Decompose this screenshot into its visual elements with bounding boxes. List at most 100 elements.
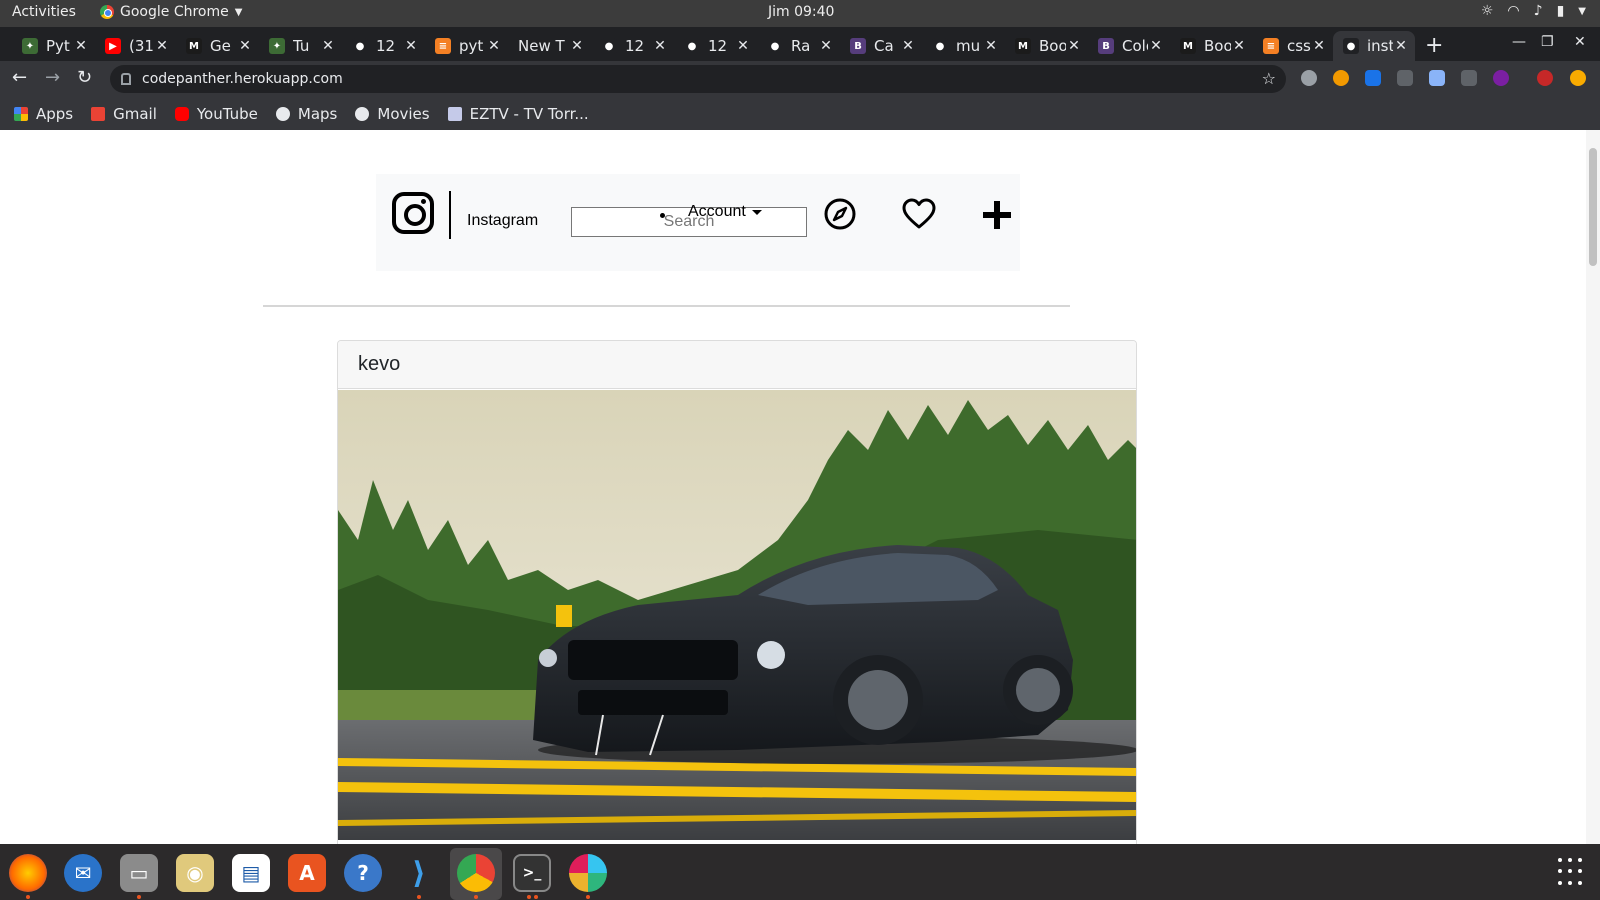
account-dropdown[interactable]: Account — [688, 203, 762, 221]
close-icon[interactable]: ✕ — [1148, 38, 1164, 54]
weather-icon: ☼ — [1480, 3, 1494, 19]
instagram-logo-icon[interactable] — [392, 192, 434, 234]
update-icon[interactable] — [1570, 70, 1586, 86]
activities-button[interactable]: Activities — [12, 4, 76, 20]
extension-icon[interactable] — [1397, 70, 1413, 86]
close-icon[interactable]: ✕ — [403, 38, 419, 54]
running-indicator — [534, 895, 538, 899]
extension-icon[interactable] — [1493, 70, 1509, 86]
close-icon[interactable]: ✕ — [1066, 38, 1082, 54]
bookmark-label: Apps — [36, 104, 74, 123]
vscode-icon[interactable]: ⟩ — [400, 854, 438, 892]
close-icon[interactable]: ✕ — [486, 38, 502, 54]
extension-icon[interactable] — [1301, 70, 1317, 86]
app-menu[interactable]: Google Chrome ▼ — [100, 4, 242, 20]
bookmark-youtube[interactable]: YouTube — [174, 105, 258, 123]
bookmark-label: Maps — [297, 104, 338, 123]
browser-tab[interactable]: B Colors✕ — [1088, 31, 1170, 61]
url-text[interactable]: codepanther.herokuapp.com — [142, 71, 343, 87]
show-applications-icon[interactable] — [1558, 858, 1586, 886]
close-icon[interactable]: ✕ — [900, 38, 916, 54]
chrome-icon[interactable] — [457, 854, 495, 892]
browser-tab[interactable]: M Boots✕ — [1170, 31, 1253, 61]
browser-tab[interactable]: B Ca ✕ — [840, 31, 922, 61]
running-indicator — [586, 895, 590, 899]
heart-icon[interactable] — [902, 198, 936, 230]
browser-tab[interactable]: ≡ pyt ✕ — [425, 31, 508, 61]
reload-icon[interactable]: ↻ — [77, 67, 92, 88]
close-window-button[interactable]: ✕ — [1574, 34, 1586, 50]
bookmark-star-icon[interactable]: ☆ — [1262, 69, 1276, 88]
browser-tab[interactable]: ✦ Tu ✕ — [259, 31, 342, 61]
bookmark-eztv[interactable]: EZTV - TV Torr... — [447, 105, 589, 123]
close-icon[interactable]: ✕ — [1311, 38, 1327, 54]
browser-tab[interactable]: ● Ra ✕ — [757, 31, 840, 61]
close-icon[interactable]: ✕ — [73, 38, 89, 54]
extension-icon[interactable] — [1365, 70, 1381, 86]
close-icon[interactable]: ✕ — [237, 38, 253, 54]
browser-tab[interactable]: ● 12 ✕ — [591, 31, 674, 61]
lock-icon[interactable] — [121, 73, 131, 85]
browser-tab[interactable]: ✦ Pyt ✕ — [12, 31, 95, 61]
running-indicator — [137, 895, 141, 899]
files-icon[interactable]: ▭ — [120, 854, 158, 892]
forward-arrow-icon[interactable]: → — [45, 67, 60, 88]
avatar[interactable] — [1537, 70, 1553, 86]
bookmark-movies[interactable]: Movies — [355, 105, 430, 123]
close-icon[interactable]: ✕ — [154, 38, 170, 54]
browser-tab[interactable]: New T ✕ — [508, 31, 591, 61]
minimize-button[interactable]: — — [1512, 34, 1526, 50]
tab-active[interactable]: ● inst ✕ — [1333, 31, 1415, 61]
extension-icon[interactable] — [1461, 70, 1477, 86]
close-icon[interactable]: ✕ — [818, 38, 834, 54]
browser-tab[interactable]: ≡ css - B✕ — [1253, 31, 1333, 61]
brand-name[interactable]: Instagram — [467, 212, 538, 230]
mdn-icon: M — [1015, 38, 1031, 54]
close-icon[interactable]: ✕ — [652, 38, 668, 54]
chrome-icon — [100, 5, 114, 19]
restore-button[interactable]: ❐ — [1541, 34, 1554, 50]
extension-icon[interactable] — [1333, 70, 1349, 86]
terminal-icon[interactable]: >_ — [513, 854, 551, 892]
plus-icon[interactable] — [981, 199, 1013, 231]
clock[interactable]: Jim 09:40 — [768, 4, 834, 20]
bookmark-apps[interactable]: Apps — [14, 105, 73, 123]
browser-tab[interactable]: M Ge ✕ — [176, 31, 259, 61]
software-center-icon[interactable]: A — [288, 854, 326, 892]
browser-tab[interactable]: ● mu ✕ — [922, 31, 1005, 61]
rhythmbox-icon[interactable]: ◉ — [176, 854, 214, 892]
browser-tab[interactable]: ● 12 ✕ — [342, 31, 425, 61]
browser-tab[interactable]: ▶ (31 ✕ — [95, 31, 176, 61]
browser-tab[interactable]: M Boots✕ — [1005, 31, 1088, 61]
close-icon[interactable]: ✕ — [735, 38, 751, 54]
system-tray[interactable]: ☼ ◠ ♪ ▮ ▼ — [1481, 3, 1586, 19]
close-icon[interactable]: ✕ — [569, 38, 585, 54]
browser-tab[interactable]: ● 12 ✕ — [674, 31, 757, 61]
scrollbar-thumb[interactable] — [1589, 148, 1597, 266]
bookmark-maps[interactable]: Maps — [275, 104, 338, 123]
writer-icon[interactable]: ▤ — [232, 854, 270, 892]
wifi-icon: ◠ — [1507, 3, 1520, 19]
close-icon[interactable]: ✕ — [1393, 38, 1409, 54]
bookmarks-bar: Apps Gmail YouTube Maps Movies EZTV - TV… — [0, 97, 1600, 130]
compass-icon[interactable] — [823, 197, 857, 231]
navbar-divider — [449, 191, 451, 239]
close-icon[interactable]: ✕ — [983, 38, 999, 54]
help-icon[interactable]: ? — [344, 854, 382, 892]
post-username[interactable]: kevo — [338, 341, 1136, 389]
tab-label: 12 — [708, 37, 728, 55]
close-icon[interactable]: ✕ — [320, 38, 336, 54]
new-tab-button[interactable]: + — [1425, 33, 1443, 58]
close-icon[interactable]: ✕ — [1231, 38, 1247, 54]
github-icon: ● — [932, 38, 948, 54]
thunderbird-icon[interactable]: ✉ — [64, 854, 102, 892]
extension-icon[interactable] — [1429, 70, 1445, 86]
post-image[interactable] — [338, 390, 1137, 840]
bookmark-gmail[interactable]: Gmail — [91, 105, 157, 123]
page-scrollbar[interactable] — [1586, 130, 1600, 844]
slack-icon[interactable] — [569, 854, 607, 892]
browser-toolbar: ← → ↻ codepanther.herokuapp.com ☆ — [0, 61, 1600, 97]
back-arrow-icon[interactable]: ← — [12, 67, 27, 88]
firefox-icon[interactable] — [9, 854, 47, 892]
address-bar[interactable]: codepanther.herokuapp.com ☆ — [110, 65, 1286, 93]
